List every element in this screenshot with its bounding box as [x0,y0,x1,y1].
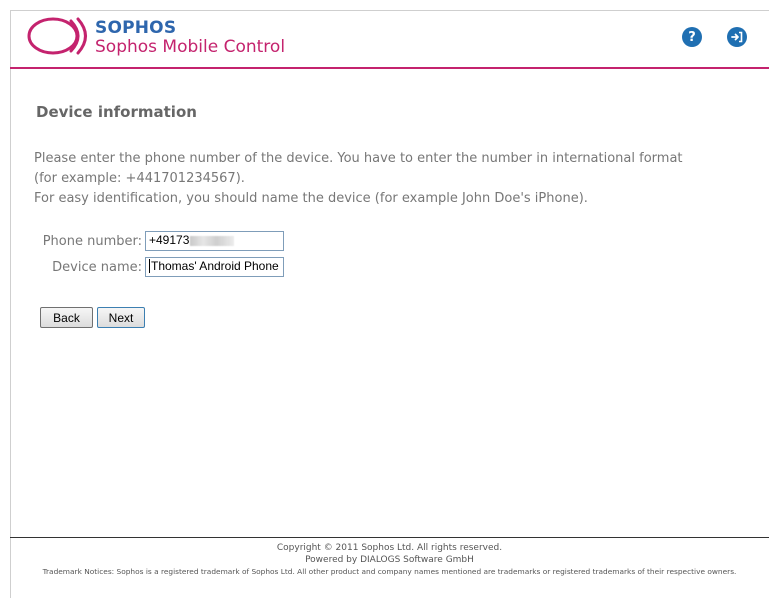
device-name-input[interactable]: Thomas' Android Phone [145,257,284,277]
sophos-logo-icon [27,17,87,55]
page-footer: Copyright © 2011 Sophos Ltd. All rights … [10,537,769,577]
next-button[interactable]: Next [97,307,145,328]
phone-number-label: Phone number: [42,233,142,249]
back-button[interactable]: Back [40,307,93,328]
device-name-label: Device name: [52,259,142,275]
instruction-line: Please enter the phone number of the dev… [34,151,683,166]
instructions-text: Please enter the phone number of the dev… [34,149,724,209]
powered-by-text: Powered by DIALOGS Software GmbH [305,555,474,565]
instruction-line: For easy identification, you should name… [34,191,588,206]
text-caret [149,259,150,273]
logout-arrow-icon [731,31,743,43]
copyright-text: Copyright © 2011 Sophos Ltd. All rights … [276,543,503,553]
redacted-digits [190,235,235,246]
phone-number-value: +49173 [149,233,190,247]
help-icon[interactable]: ? [682,27,702,47]
brand-name: SOPHOS [95,18,177,38]
instruction-line: (for example: +441701234567). [34,171,245,186]
page-title: Device information [36,103,197,121]
device-name-row: Device name: Thomas' Android Phone [30,257,284,277]
page-frame [10,10,769,598]
phone-number-input[interactable]: +49173 [145,231,284,251]
device-name-value: Thomas' Android Phone [151,259,279,273]
product-name: Sophos Mobile Control [95,37,286,57]
logout-icon[interactable] [727,27,747,47]
phone-number-row: Phone number: +49173 [30,231,284,251]
trademark-notice: Trademark Notices: Sophos is a registere… [42,567,737,576]
